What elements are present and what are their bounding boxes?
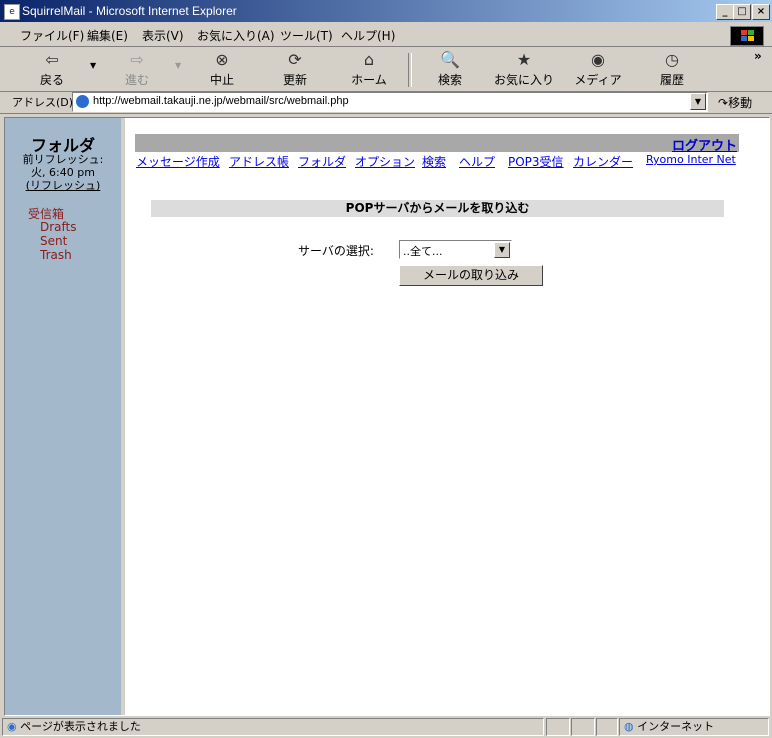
menu-edit[interactable]: 編集(E): [87, 27, 128, 44]
nav-pop3[interactable]: POP3受信: [508, 153, 564, 170]
refresh-button[interactable]: ⟳ 更新: [273, 51, 317, 88]
nav-search[interactable]: 検索: [422, 153, 446, 170]
address-url: http://webmail.takauji.ne.jp/webmail/src…: [93, 95, 349, 107]
chevron-down-icon: ▼: [494, 242, 510, 258]
menu-favorites[interactable]: お気に入り(A): [197, 27, 275, 44]
page-content: フォルダ 前リフレッシュ: 火, 6:40 pm (リフレッシュ) 受信箱 Dr…: [4, 117, 770, 716]
window-title-bar: e SquirrelMail - Microsoft Internet Expl…: [0, 0, 772, 22]
windows-logo-icon: [730, 26, 764, 46]
search-button[interactable]: 🔍 検索: [428, 51, 472, 88]
home-icon: ⌂: [363, 50, 375, 69]
window-title: SquirrelMail - Microsoft Internet Explor…: [22, 4, 237, 18]
back-button[interactable]: ⇦ 戻る: [30, 51, 74, 88]
refresh-icon: ⟳: [288, 50, 302, 69]
last-refresh-label: 前リフレッシュ:: [22, 153, 104, 166]
menu-file[interactable]: ファイル(F): [20, 27, 84, 44]
menu-tools[interactable]: ツール(T): [280, 27, 333, 44]
maximize-button[interactable]: □: [733, 4, 751, 20]
page-icon: [76, 95, 89, 108]
status-text: ページが表示されました: [20, 720, 141, 733]
folder-trash[interactable]: Trash: [40, 248, 72, 262]
zone-text: インターネット: [637, 720, 715, 733]
logout-link[interactable]: ログアウト: [672, 135, 737, 154]
menu-help[interactable]: ヘルプ(H): [341, 27, 395, 44]
back-dropdown-icon[interactable]: ▼: [90, 61, 96, 70]
forward-dropdown-icon[interactable]: ▼: [175, 61, 181, 70]
menu-view[interactable]: 表示(V): [142, 27, 184, 44]
folder-drafts[interactable]: Drafts: [40, 220, 77, 234]
menu-bar: ファイル(F) 編集(E) 表示(V) お気に入り(A) ツール(T) ヘルプ(…: [0, 22, 772, 47]
fetch-mail-button[interactable]: メールの取り込み: [399, 265, 543, 286]
address-input[interactable]: http://webmail.takauji.ne.jp/webmail/src…: [72, 92, 708, 112]
nav-folders[interactable]: フォルダ: [298, 153, 346, 170]
nav-options[interactable]: オプション: [355, 153, 415, 170]
toolbar: ⇦ 戻る ▼ ⇨ 進む ▼ ⊗ 中止 ⟳ 更新 ⌂ ホーム 🔍 検索 ★ お気に…: [0, 47, 772, 92]
folder-pane: フォルダ 前リフレッシュ: 火, 6:40 pm (リフレッシュ) 受信箱 Dr…: [5, 118, 125, 715]
nav-addresses[interactable]: アドレス帳: [229, 153, 289, 170]
media-button[interactable]: ◉ メディア: [574, 51, 622, 88]
minimize-button[interactable]: _: [716, 4, 734, 20]
address-dropdown-icon[interactable]: ▼: [690, 93, 706, 110]
last-refresh-time: 火, 6:40 pm: [31, 166, 95, 179]
server-select-label: サーバの選択:: [298, 244, 374, 258]
favorites-icon: ★: [516, 50, 532, 69]
zone-cell: ◍ インターネット: [619, 718, 769, 736]
nav-compose[interactable]: メッセージ作成: [136, 153, 220, 170]
stop-button[interactable]: ⊗ 中止: [200, 51, 244, 88]
header-bar: ログアウト: [135, 134, 739, 154]
media-icon: ◉: [591, 50, 605, 69]
go-arrow-icon: ↷: [718, 96, 729, 110]
nav-help[interactable]: ヘルプ: [459, 153, 495, 170]
toolbar-separator: [408, 53, 412, 87]
status-cell-1: [546, 718, 570, 736]
page-heading: POPサーバからメールを取り込む: [151, 200, 724, 217]
status-cell-3: [596, 718, 618, 736]
favorites-button[interactable]: ★ お気に入り: [494, 51, 554, 88]
search-icon: 🔍: [440, 50, 460, 69]
page-done-icon: ◉: [7, 720, 17, 733]
server-select-value: ..全て...: [403, 245, 443, 258]
status-bar: ◉ ページが表示されました ◍ インターネット: [0, 716, 772, 738]
nav-calendar[interactable]: カレンダー: [573, 153, 633, 170]
status-text-cell: ◉ ページが表示されました: [2, 718, 544, 736]
server-select[interactable]: ..全て... ▼: [399, 240, 512, 259]
history-button[interactable]: ◷ 履歴: [650, 51, 694, 88]
home-button[interactable]: ⌂ ホーム: [346, 51, 392, 88]
status-cell-2: [571, 718, 595, 736]
forward-arrow-icon: ⇨: [130, 50, 144, 69]
go-button[interactable]: ↷移動: [718, 94, 752, 111]
toolbar-chevron-icon[interactable]: »: [754, 49, 762, 63]
globe-icon: ◍: [624, 720, 634, 733]
ie-icon: e: [4, 4, 20, 20]
address-bar: アドレス(D) http://webmail.takauji.ne.jp/web…: [0, 91, 772, 114]
forward-button[interactable]: ⇨ 進む: [115, 51, 159, 88]
stop-icon: ⊗: [215, 50, 229, 69]
org-link[interactable]: Ryomo Inter Net: [646, 153, 736, 166]
refresh-link[interactable]: (リフレッシュ): [5, 179, 121, 193]
close-button[interactable]: ×: [752, 4, 770, 20]
address-label: アドレス(D): [12, 96, 74, 109]
folder-sent[interactable]: Sent: [40, 234, 67, 248]
back-arrow-icon: ⇦: [45, 50, 59, 69]
history-icon: ◷: [665, 50, 679, 69]
